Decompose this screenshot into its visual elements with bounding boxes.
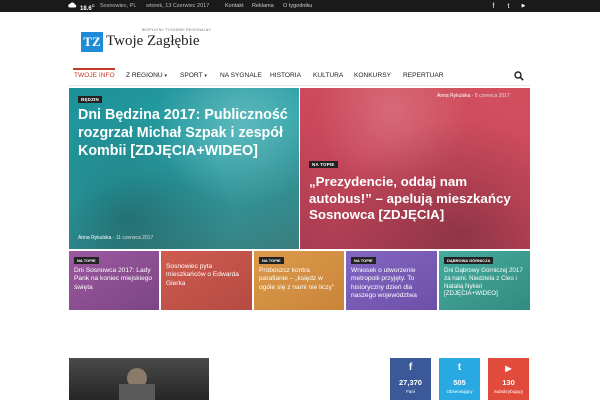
nav-item-historia[interactable]: HISTORIA [270, 72, 301, 79]
facebook-counter[interactable]: f 27,370 Fani [390, 358, 431, 400]
main-nav: TWOJE INFO Z REGIONU ▾ SPORT ▾ NA SYGNAL… [69, 68, 530, 86]
category-badge[interactable]: DĄBROWA GÓRNICZA [444, 257, 494, 264]
twitter-counter[interactable]: t 505 Obserwujący [439, 358, 480, 400]
small-article-4[interactable]: NA TOPIE Wniosek o utworzenie metropolii… [346, 251, 437, 310]
small-article-5[interactable]: DĄBROWA GÓRNICZA Dni Dąbrowy Górniczej 2… [439, 251, 530, 310]
twitter-icon: t [457, 362, 462, 373]
twitter-icon[interactable]: t [504, 2, 513, 11]
small-article-title[interactable]: Dni Dąbrowy Górniczej 2017 za nami. Nied… [444, 267, 526, 298]
link-o-tygodniku[interactable]: O tygodniku [283, 3, 312, 9]
crowd-photo-decor [300, 88, 530, 249]
followers-count: 505 [453, 378, 466, 387]
author-name[interactable]: Anna Rykulska [78, 235, 111, 241]
fans-label: Fani [406, 389, 415, 394]
author-name[interactable]: Anna Rykulska [437, 93, 470, 99]
featured-article-1[interactable]: BĘDZIN Dni Będzina 2017: Publiczność roz… [69, 88, 299, 249]
category-badge[interactable]: NA TOPIE [259, 257, 284, 264]
subscribers-count: 130 [502, 378, 515, 387]
featured-article-2[interactable]: Anna Rykulska - 8 czerwca 2017 NA TOPIE … [300, 88, 530, 249]
logo-tagline: BEZPŁATNY TYGODNIK REGIONALNY [142, 28, 212, 32]
article-date: 8 czerwca 2017 [474, 93, 510, 99]
nav-item-z-regionu[interactable]: Z REGIONU ▾ [126, 72, 167, 79]
chevron-down-icon: ▾ [204, 73, 207, 79]
small-article-title[interactable]: Dni Sosnowca 2017: Lady Pank na koniec m… [74, 267, 155, 292]
category-badge[interactable]: NA TOPIE [351, 257, 376, 264]
small-article-3[interactable]: NA TOPIE Proboszcz kontra parafianie – „… [254, 251, 344, 310]
featured-title-1[interactable]: Dni Będzina 2017: Publiczność rozgrzał M… [78, 106, 293, 161]
weather-cloud-icon [68, 2, 77, 8]
featured-title-2[interactable]: „Prezydencie, oddaj nam autobus!” – apel… [309, 174, 524, 224]
fans-count: 27,370 [399, 378, 422, 387]
youtube-icon[interactable]: ▶ [519, 2, 528, 11]
temperature: 18.6C [80, 2, 95, 12]
nav-item-repertuar[interactable]: REPERTUAR [403, 72, 444, 79]
logo-mark: TZ [81, 32, 103, 52]
small-article-2[interactable]: Sosnowiec pyta mieszkańców o Edwarda Gie… [161, 251, 252, 310]
top-bar: 18.6C Sosnowiec, PL wtorek, 13 Czerwiec … [0, 0, 600, 12]
subscribers-label: Subskrybujący [493, 389, 524, 394]
link-reklama[interactable]: Reklama [252, 3, 274, 9]
small-article-title[interactable]: Wniosek o utworzenie metropolii przyjęty… [351, 267, 433, 301]
nav-item-sport[interactable]: SPORT ▾ [180, 72, 207, 79]
category-badge[interactable]: BĘDZIN [78, 96, 102, 103]
small-article-title[interactable]: Proboszcz kontra parafianie – „księdz w … [259, 267, 340, 292]
nav-item-konkursy[interactable]: KONKURSY [354, 72, 391, 79]
small-article-1[interactable]: NA TOPIE Dni Sosnowca 2017: Lady Pank na… [69, 251, 159, 310]
logo-name: Twoje Zagłębie [106, 33, 200, 49]
nav-item-na-sygnale[interactable]: NA SYGNALE [220, 72, 262, 79]
youtube-counter[interactable]: ▶ 130 Subskrybujący [488, 358, 529, 400]
facebook-icon: f [408, 362, 413, 373]
nav-active-indicator [73, 68, 115, 70]
link-kontakt[interactable]: Kontakt [225, 3, 244, 9]
youtube-icon: ▶ [505, 364, 512, 373]
search-icon[interactable] [514, 71, 524, 81]
category-badge[interactable]: NA TOPIE [309, 161, 338, 168]
article-date: 11 czerwca 2017 [115, 235, 154, 241]
person-body [119, 384, 155, 400]
chevron-down-icon: ▾ [164, 73, 167, 79]
nav-item-twoje-info[interactable]: TWOJE INFO [74, 72, 115, 79]
weather-city: Sosnowiec, PL [100, 3, 137, 9]
category-badge[interactable]: NA TOPIE [74, 257, 99, 264]
small-article-title[interactable]: Sosnowiec pyta mieszkańców o Edwarda Gie… [166, 263, 248, 288]
article-photo[interactable] [69, 358, 209, 400]
nav-item-kultura[interactable]: KULTURA [313, 72, 343, 79]
facebook-icon[interactable]: f [489, 2, 498, 11]
current-date: wtorek, 13 Czerwiec 2017 [146, 3, 210, 9]
followers-label: Obserwujący [446, 389, 473, 394]
article-meta: Anna Rykulska - 8 czerwca 2017 [437, 93, 510, 99]
article-meta: Anna Rykulska - 11 czerwca 2017 [78, 235, 154, 241]
